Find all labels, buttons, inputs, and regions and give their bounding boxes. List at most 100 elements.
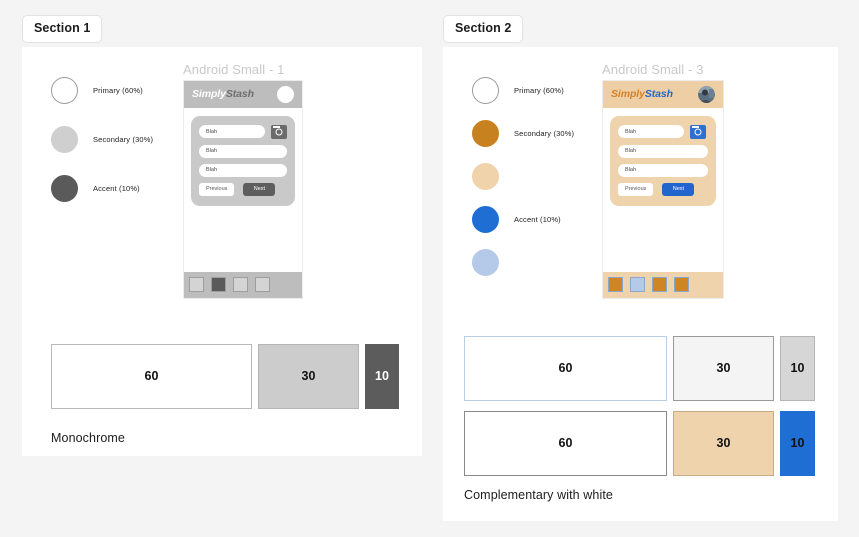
ratio-cell-30: 30 (258, 343, 359, 409)
ratio-bar-1: 60 30 10 (51, 343, 399, 409)
phone-1-body: Blah Blah Blah Previous Next (184, 107, 302, 272)
phone-mockup-1: SimplyStash Blah Blah Blah Previous Next (183, 79, 303, 299)
next-button[interactable]: Next (662, 182, 695, 196)
nav-cell-1[interactable] (608, 277, 623, 292)
brand-first-word: Simply (192, 88, 226, 100)
swatch-row-secondary[interactable]: Secondary (30%) (472, 117, 574, 151)
swatch-dot-primary (51, 77, 78, 104)
ratio-cell-10: 10 (780, 335, 815, 401)
swatch-row-secondary-tint[interactable] (472, 160, 574, 194)
phone-3-form-card: Blah Blah Blah Previous Next (610, 115, 716, 206)
ratio-caption-1: Monochrome (51, 430, 125, 445)
field-row-2: Blah (618, 144, 708, 158)
brand-second-word: Stash (225, 88, 254, 100)
ratio-cell-60: 60 (464, 410, 667, 476)
swatch-label-secondary: Secondary (30%) (93, 135, 154, 144)
text-field-2[interactable]: Blah (199, 144, 287, 158)
nav-cell-2[interactable] (630, 277, 645, 292)
previous-button[interactable]: Previous (199, 182, 235, 196)
nav-cell-4[interactable] (674, 277, 689, 292)
avatar-photo-icon (698, 85, 715, 103)
ratio-bar-1: 60 30 10 (464, 335, 815, 401)
phone-1-bottom-nav (184, 271, 302, 298)
next-button[interactable]: Next (243, 182, 276, 196)
swatch-row-secondary[interactable]: Secondary (30%) (51, 123, 153, 157)
phone-3-body: Blah Blah Blah Previous Next (603, 107, 723, 272)
phone-caption-1: Android Small - 1 (183, 61, 285, 77)
app-brand-1: SimplyStash (192, 88, 254, 100)
section-2-ratio-group: 60 30 10 60 30 10 Complementary with whi… (464, 335, 815, 502)
phone-3-header: SimplyStash (603, 80, 723, 108)
swatch-label-accent: Accent (10%) (93, 184, 140, 193)
camera-icon[interactable] (690, 124, 706, 139)
field-row-2: Blah (199, 144, 287, 158)
nav-cell-1[interactable] (189, 277, 204, 292)
field-row-1: Blah (618, 124, 708, 139)
text-field-2[interactable]: Blah (618, 144, 708, 158)
camera-icon-strip (272, 126, 280, 128)
ratio-cell-10: 10 (780, 410, 815, 476)
swatch-dot-accent (472, 206, 499, 233)
section-2: Section 2 Primary (60%) Secondary (30%) … (443, 15, 838, 521)
phone-mockup-3-wrapper: Android Small - 3 SimplyStash Blah Blah … (602, 62, 724, 299)
phone-1-button-row: Previous Next (199, 182, 287, 196)
swatch-dot-accent (51, 175, 78, 202)
text-field-1[interactable]: Blah (199, 125, 265, 138)
section-2-tab[interactable]: Section 2 (443, 15, 524, 43)
ratio-cell-60: 60 (464, 335, 667, 401)
section-2-swatch-list: Primary (60%) Secondary (30%) Accent (10… (472, 74, 574, 289)
ratio-caption-2: Complementary with white (464, 487, 613, 502)
swatch-row-accent[interactable]: Accent (10%) (472, 203, 574, 237)
section-2-panel: Primary (60%) Secondary (30%) Accent (10… (443, 46, 838, 521)
brand-first-word: Simply (611, 88, 645, 100)
phone-1-form-card: Blah Blah Blah Previous Next (191, 115, 295, 206)
swatch-dot-accent-tint (472, 249, 499, 276)
phone-3-bottom-nav (603, 271, 723, 298)
swatch-dot-secondary (51, 126, 78, 153)
text-field-3[interactable]: Blah (199, 163, 287, 177)
section-1-swatch-list: Primary (60%) Secondary (30%) Accent (10… (51, 74, 153, 221)
field-row-1: Blah (199, 124, 287, 139)
camera-icon-strip (691, 126, 699, 128)
phone-mockup-3: SimplyStash Blah Blah Blah Previous Next (602, 79, 724, 299)
ratio-cell-10: 10 (365, 343, 399, 409)
swatch-label-accent: Accent (10%) (514, 215, 561, 224)
phone-caption-3: Android Small - 3 (602, 61, 704, 77)
previous-button[interactable]: Previous (618, 182, 654, 196)
phone-3-button-row: Previous Next (618, 182, 708, 196)
ratio-bar-2: 60 30 10 (464, 410, 815, 476)
swatch-dot-primary (472, 77, 499, 104)
nav-cell-3[interactable] (233, 277, 248, 292)
swatch-row-primary[interactable]: Primary (60%) (472, 74, 574, 108)
camera-icon[interactable] (271, 124, 287, 139)
section-1-tab[interactable]: Section 1 (22, 15, 103, 43)
ratio-cell-60: 60 (51, 343, 252, 409)
swatch-row-accent[interactable]: Accent (10%) (51, 172, 153, 206)
avatar[interactable] (277, 85, 294, 103)
avatar[interactable] (698, 85, 715, 103)
swatch-row-primary[interactable]: Primary (60%) (51, 74, 153, 108)
field-row-3: Blah (618, 163, 708, 177)
nav-cell-3[interactable] (652, 277, 667, 292)
swatch-dot-secondary-tint (472, 163, 499, 190)
camera-icon-lens (694, 128, 702, 136)
swatch-label-primary: Primary (60%) (514, 86, 564, 95)
text-field-3[interactable]: Blah (618, 163, 708, 177)
phone-1-header: SimplyStash (184, 80, 302, 108)
section-1-panel: Primary (60%) Secondary (30%) Accent (10… (22, 46, 422, 456)
phone-mockup-1-wrapper: Android Small - 1 SimplyStash Blah Blah … (183, 62, 303, 299)
brand-second-word: Stash (644, 88, 673, 100)
swatch-row-accent-tint[interactable] (472, 246, 574, 280)
section-1-ratio-group: 60 30 10 Monochrome (51, 343, 399, 445)
camera-icon-lens (275, 128, 283, 136)
swatch-label-secondary: Secondary (30%) (514, 129, 575, 138)
app-brand-3: SimplyStash (611, 88, 673, 100)
field-row-3: Blah (199, 163, 287, 177)
nav-cell-4[interactable] (255, 277, 270, 292)
text-field-1[interactable]: Blah (618, 125, 684, 138)
nav-cell-2[interactable] (211, 277, 226, 292)
swatch-label-primary: Primary (60%) (93, 86, 143, 95)
swatch-dot-secondary (472, 120, 499, 147)
ratio-cell-30: 30 (673, 410, 774, 476)
section-1: Section 1 Primary (60%) Secondary (30%) … (22, 15, 422, 456)
